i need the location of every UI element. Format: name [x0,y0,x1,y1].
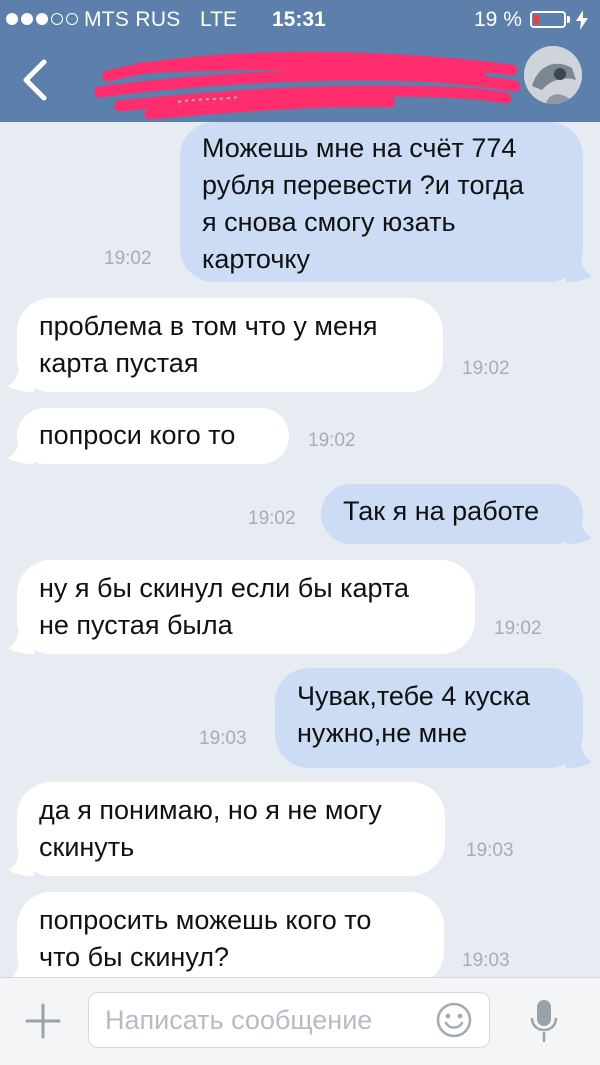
bubble-tail [566,248,592,282]
signal-dot [6,13,18,25]
carrier-name: MTS RUS [84,8,181,31]
signal-dot [66,13,78,25]
signal-dot [51,13,63,25]
message-bubble[interactable]: Можешь мне на счёт 774 рубля перевести ?… [180,122,592,282]
status-time: 15:31 [272,8,326,31]
bubble-tail [8,620,34,654]
signal-strength-icon [6,13,78,27]
message-bubble[interactable]: попроси кого то [8,408,289,464]
message-input[interactable]: Написать сообщение [88,992,490,1048]
signal-dot [21,13,33,25]
message-text: проблема в том что у меня карта пустая [39,311,378,378]
bubble-tail [8,430,34,464]
message-timestamp: 19:02 [308,430,356,451]
message-bubble[interactable]: Чувак,тебе 4 куска нужно,не мне [275,668,592,768]
message-text: Можешь мне на счёт 774 рубля перевести ?… [202,133,524,274]
plus-icon[interactable] [24,1002,62,1040]
message-timestamp: 19:02 [462,358,510,379]
bubble-tail [566,510,592,544]
message-bubble[interactable]: попросить можешь кого то что бы скинул? [12,892,444,977]
bubble-tail [8,358,34,392]
smile-icon[interactable] [435,1001,473,1039]
network-type: LTE [200,8,237,31]
charging-bolt-icon [576,10,588,30]
message-timestamp: 19:03 [466,840,514,861]
back-chevron-icon[interactable] [14,58,58,102]
message-input-placeholder: Написать сообщение [105,1005,373,1035]
message-timestamp: 19:02 [104,248,152,269]
battery-percent: 19 % [474,8,522,31]
bubble-tail [8,842,34,876]
battery-icon [530,11,566,28]
message-text: Так я на работе [343,496,540,526]
message-bubble[interactable]: да я понимаю, но я не могу скинуть [8,782,445,876]
composer-bar: Написать сообщение [0,977,600,1065]
message-text: Чувак,тебе 4 куска нужно,не мне [297,681,531,748]
message-text: ну я бы скинул если бы карта не пустая б… [39,573,410,640]
message-timestamp: 19:02 [248,508,296,529]
nav-bar [0,40,600,122]
microphone-icon[interactable] [529,998,559,1044]
message-bubble[interactable]: проблема в том что у меня карта пустая [8,298,443,392]
status-bar: MTS RUS LTE 15:31 19 % [0,0,600,40]
contact-avatar[interactable] [524,46,582,104]
message-bubble[interactable]: Так я на работе [321,484,592,544]
battery-tip [567,16,570,23]
message-text: попроси кого то [39,420,236,450]
signal-dot [36,13,48,25]
bubble-tail [12,952,34,977]
bubble-tail [566,734,592,768]
contact-name-redaction [94,51,521,120]
message-text: попросить можешь кого то что бы скинул? [39,905,372,972]
message-timestamp: 19:03 [199,728,247,749]
message-bubble[interactable]: ну я бы скинул если бы карта не пустая б… [8,560,475,654]
message-timestamp: 19:03 [462,950,510,971]
message-text: да я понимаю, но я не могу скинуть [39,795,382,862]
header: MTS RUS LTE 15:31 19 % [0,0,600,122]
message-timestamp: 19:02 [494,618,542,639]
message-list[interactable]: Можешь мне на счёт 774 рубля перевести ?… [0,122,600,977]
